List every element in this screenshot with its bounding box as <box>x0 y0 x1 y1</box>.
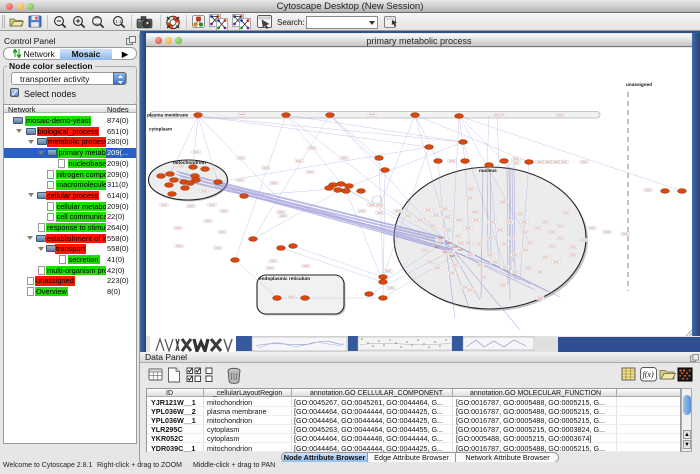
svg-text:unassigned: unassigned <box>626 82 652 87</box>
svg-text:mitochondrion: mitochondrion <box>173 160 206 165</box>
svg-text:f(x): f(x) <box>643 370 654 379</box>
svg-text:1:1: 1:1 <box>115 19 122 24</box>
svg-text:endoplasmic reticulum: endoplasmic reticulum <box>259 276 310 281</box>
svg-text:nucleus: nucleus <box>479 168 497 173</box>
svg-text:plasma membrane: plasma membrane <box>147 113 189 118</box>
svg-text:cytoplasm: cytoplasm <box>149 127 172 132</box>
